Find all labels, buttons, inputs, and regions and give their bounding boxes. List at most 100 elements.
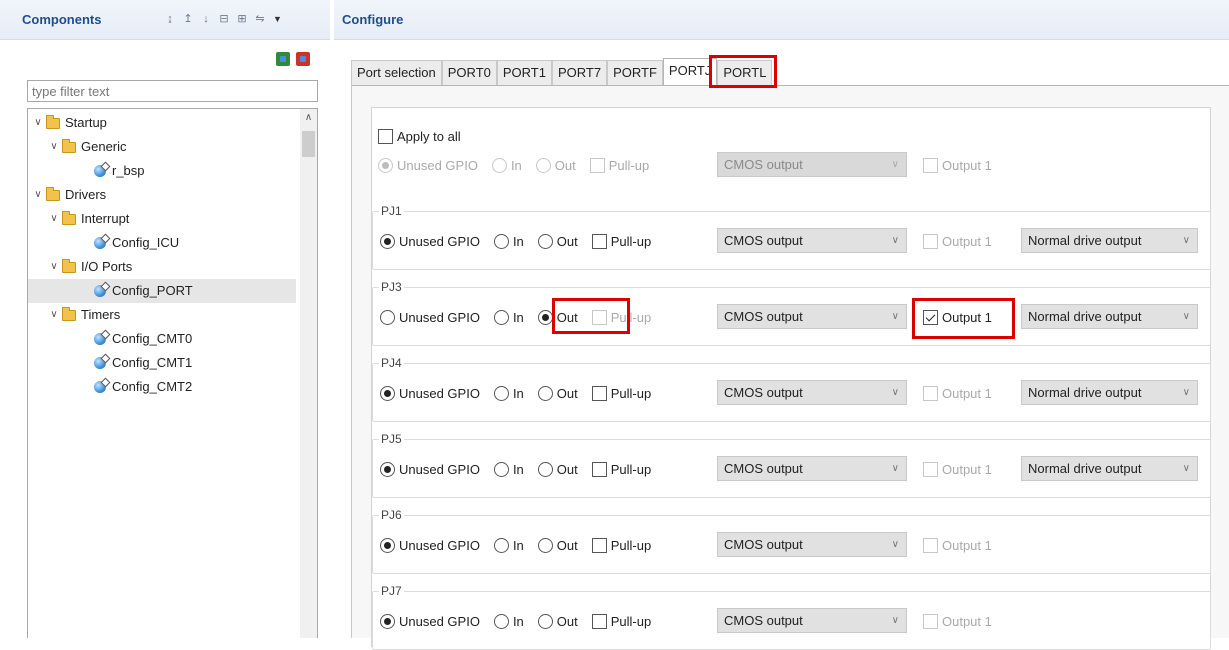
in-radio[interactable] [493,385,509,401]
unused-gpio-radio[interactable] [380,537,395,553]
tree-item-io-ports[interactable]: ∨ I/O Ports [48,255,132,279]
chevron-down-icon[interactable]: ∨ [48,135,60,159]
chevron-down-icon[interactable]: ∨ [32,183,44,207]
apply-all-checkbox[interactable] [378,128,393,144]
tree-item-generic[interactable]: ∨ Generic [48,135,127,159]
tab-portj[interactable]: PORTJ [662,58,718,86]
tab-port-selection[interactable]: Port selection [351,60,442,86]
apply-pullup-checkbox[interactable] [589,157,605,173]
tree-item-config-port[interactable]: Config_PORT [28,279,296,303]
sort-icon[interactable]: ↓ [199,12,213,26]
unused-gpio-radio[interactable] [380,309,395,325]
output1-row: Output 1 [923,383,1006,403]
pullup-checkbox[interactable] [591,461,607,477]
out-radio[interactable] [537,613,553,629]
pullup-checkbox[interactable] [591,613,607,629]
in-radio[interactable] [493,233,509,249]
collapse-all-icon[interactable]: ↨ [163,12,177,26]
chevron-down-icon[interactable]: ∨ [48,207,60,231]
drive-capacity-select[interactable]: Normal drive output ∨ [1021,228,1198,253]
apply-output-type-select[interactable]: CMOS output ∨ [717,152,907,177]
view-menu-chevron-icon[interactable]: ▼ [273,14,282,24]
output-type-select[interactable]: CMOS output ∨ [717,304,907,329]
tree-item-r-bsp[interactable]: r_bsp [94,159,145,183]
apply-all-options: Unused GPIO In Out Pull-up [378,155,663,175]
pullup-checkbox[interactable] [591,537,607,553]
output1-checkbox[interactable] [923,461,938,477]
output1-checkbox[interactable] [923,613,938,629]
pullup-checkbox[interactable] [591,309,607,325]
chevron-down-icon: ∨ [891,539,899,550]
output1-checkbox[interactable] [923,385,938,401]
drive-capacity-select[interactable]: Normal drive output ∨ [1021,380,1198,405]
chevron-down-icon: ∨ [1182,235,1190,246]
collapse-icon[interactable]: ⊟ [217,12,231,26]
in-radio[interactable] [493,613,509,629]
chevron-down-icon[interactable]: ∨ [32,111,44,135]
component-icon [94,285,106,297]
tree-item-startup[interactable]: ∨ Startup [32,111,107,135]
apply-out-radio[interactable] [535,157,551,173]
output1-label: Output 1 [942,613,992,629]
in-radio[interactable] [493,309,509,325]
out-radio[interactable] [537,461,553,477]
output-type-select[interactable]: CMOS output ∨ [717,456,907,481]
output1-checkbox[interactable] [923,233,938,249]
chevron-down-icon[interactable]: ∨ [48,303,60,327]
apply-unused-gpio-radio[interactable] [378,157,393,173]
unused-gpio-radio[interactable] [380,461,395,477]
tree-item-config-cmt2[interactable]: Config_CMT2 [94,375,192,399]
tree-item-timers[interactable]: ∨ Timers [48,303,120,327]
drive-capacity-value: Normal drive output [1028,461,1142,476]
pullup-checkbox[interactable] [591,233,607,249]
add-component-icon[interactable] [276,52,290,66]
out-radio[interactable] [537,309,553,325]
tab-portf[interactable]: PORTF [607,60,663,86]
tab-portl[interactable]: PORTL [717,60,773,86]
tab-port7[interactable]: PORT7 [551,60,608,86]
output1-checkbox[interactable] [923,537,938,553]
tree-item-label: Timers [81,307,121,322]
unused-gpio-radio[interactable] [380,613,395,629]
filter-input[interactable] [27,80,318,102]
in-radio[interactable] [493,537,509,553]
folder-icon [62,306,76,321]
output-type-value: CMOS output [724,461,803,476]
output-type-select[interactable]: CMOS output ∨ [717,608,907,633]
unused-gpio-radio[interactable] [380,385,395,401]
output-type-select[interactable]: CMOS output ∨ [717,532,907,557]
out-radio[interactable] [537,537,553,553]
out-radio[interactable] [537,385,553,401]
folder-icon [62,258,76,273]
output1-checkbox[interactable] [923,309,938,325]
expand-icon[interactable]: ⊞ [235,12,249,26]
tree-scrollbar[interactable]: ∧ [300,109,317,638]
tree-item-interrupt[interactable]: ∨ Interrupt [48,207,129,231]
tab-port1[interactable]: PORT1 [496,60,552,86]
tab-port0[interactable]: PORT0 [441,60,497,86]
apply-in-radio[interactable] [491,157,507,173]
filter-icon[interactable]: ⇋ [253,12,267,26]
chevron-down-icon: ∨ [891,615,899,626]
unused-gpio-radio[interactable] [380,233,395,249]
output-type-select[interactable]: CMOS output ∨ [717,228,907,253]
out-radio[interactable] [537,233,553,249]
tree-item-config-cmt1[interactable]: Config_CMT1 [94,351,192,375]
drive-capacity-select[interactable]: Normal drive output ∨ [1021,456,1198,481]
apply-output1-checkbox[interactable] [923,157,938,173]
tree-item-drivers[interactable]: ∨ Drivers [32,183,106,207]
tree-item-config-icu[interactable]: Config_ICU [94,231,179,255]
output-type-select[interactable]: CMOS output ∨ [717,380,907,405]
chevron-down-icon[interactable]: ∨ [48,255,60,279]
drive-capacity-select[interactable]: Normal drive output ∨ [1021,304,1198,329]
tree-item-config-cmt0[interactable]: Config_CMT0 [94,327,192,351]
expand-all-icon[interactable]: ↥ [181,12,195,26]
remove-component-icon[interactable] [296,52,310,66]
in-radio[interactable] [493,461,509,477]
drive-capacity-value: Normal drive output [1028,309,1142,324]
scroll-up-icon[interactable]: ∧ [300,109,317,126]
pin-row-pj5: Unused GPIO In Out Pull-up [380,459,665,479]
output-type-value: CMOS output [724,309,803,324]
pullup-checkbox[interactable] [591,385,607,401]
scrollbar-thumb[interactable] [302,131,315,157]
